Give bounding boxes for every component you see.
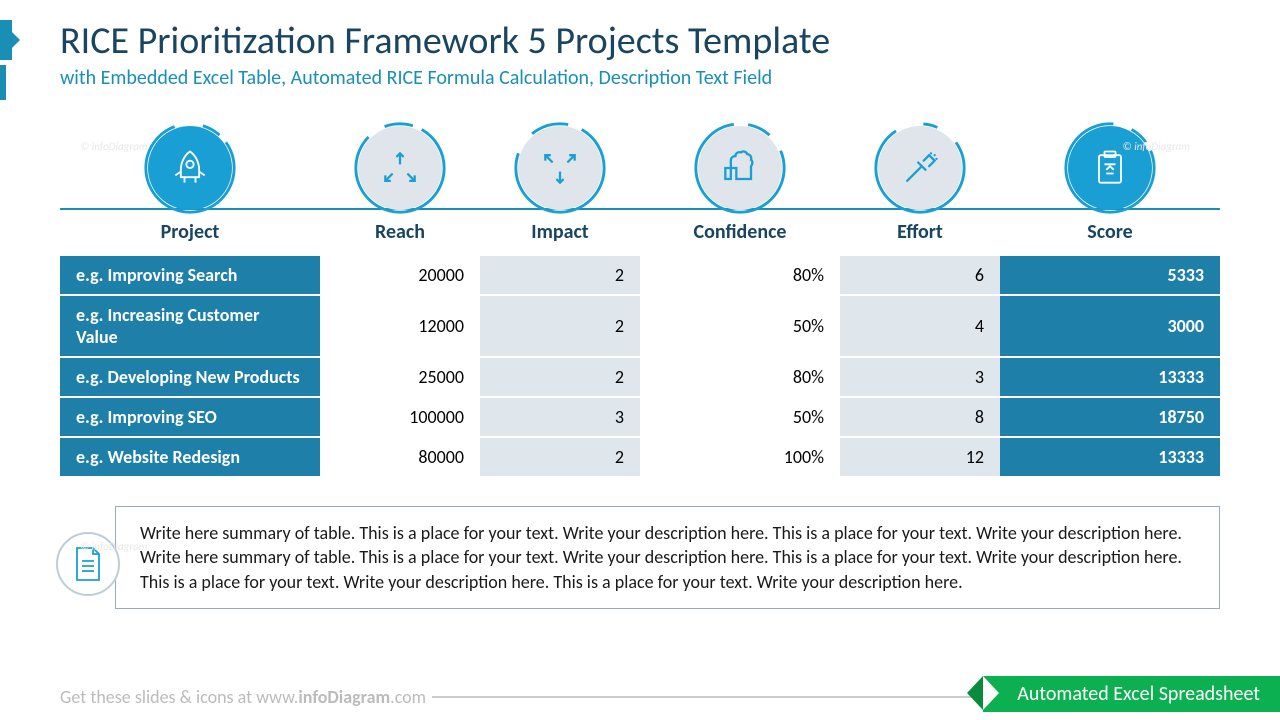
table-row: e.g. Increasing Customer Value12000250%4… — [60, 295, 1220, 357]
data-table: Project Reach Impact Confidence Effort S… — [60, 210, 1220, 476]
footer-suffix: .com — [390, 686, 426, 708]
footer-brand: infoDiagram — [298, 686, 390, 708]
col-project: Project — [60, 210, 320, 255]
cell-confidence: 50% — [640, 397, 840, 437]
cell-score: 3000 — [1000, 295, 1220, 357]
cell-project: e.g. Improving Search — [60, 255, 320, 295]
title-block: RICE Prioritization Framework 5 Projects… — [0, 0, 1280, 100]
cell-reach: 25000 — [320, 357, 480, 397]
cell-effort: 4 — [840, 295, 1000, 357]
cell-confidence: 80% — [640, 357, 840, 397]
reach-icon — [358, 126, 442, 210]
confidence-icon — [698, 126, 782, 210]
cell-project: e.g. Increasing Customer Value — [60, 295, 320, 357]
cell-reach: 100000 — [320, 397, 480, 437]
footer-text: Get these slides & icons at www.infoDiag… — [60, 686, 432, 708]
cell-confidence: 100% — [640, 437, 840, 476]
cell-reach: 80000 — [320, 437, 480, 476]
score-icon — [1068, 126, 1152, 210]
cell-score: 13333 — [1000, 437, 1220, 476]
cell-effort: 3 — [840, 357, 1000, 397]
column-icons-row — [60, 115, 1220, 210]
cell-project: e.g. Website Redesign — [60, 437, 320, 476]
cell-confidence: 50% — [640, 295, 840, 357]
cell-effort: 12 — [840, 437, 1000, 476]
cell-project: e.g. Developing New Products — [60, 357, 320, 397]
cell-reach: 20000 — [320, 255, 480, 295]
col-effort: Effort — [840, 210, 1000, 255]
ribbon-badge: Automated Excel Spreadsheet — [983, 676, 1280, 712]
accent-side — [0, 65, 6, 100]
accent-marker — [0, 20, 12, 60]
col-confidence: Confidence — [640, 210, 840, 255]
table-row: e.g. Improving SEO100000350%818750 — [60, 397, 1220, 437]
impact-icon — [518, 126, 602, 210]
cell-confidence: 80% — [640, 255, 840, 295]
cell-score: 18750 — [1000, 397, 1220, 437]
footer-prefix: Get these slides & icons at www. — [60, 686, 298, 708]
effort-icon — [878, 126, 962, 210]
table-row: e.g. Developing New Products25000280%313… — [60, 357, 1220, 397]
cell-score: 5333 — [1000, 255, 1220, 295]
cell-project: e.g. Improving SEO — [60, 397, 320, 437]
page-subtitle: with Embedded Excel Table, Automated RIC… — [60, 66, 1220, 90]
cell-reach: 12000 — [320, 295, 480, 357]
cell-score: 13333 — [1000, 357, 1220, 397]
cell-impact: 2 — [480, 295, 640, 357]
cell-impact: 2 — [480, 357, 640, 397]
document-icon — [56, 532, 120, 596]
description-box: Write here summary of table. This is a p… — [115, 506, 1220, 609]
cell-impact: 2 — [480, 255, 640, 295]
table-row: e.g. Website Redesign800002100%1213333 — [60, 437, 1220, 476]
col-reach: Reach — [320, 210, 480, 255]
cell-impact: 3 — [480, 397, 640, 437]
header-row: Project Reach Impact Confidence Effort S… — [60, 210, 1220, 255]
col-score: Score — [1000, 210, 1220, 255]
col-impact: Impact — [480, 210, 640, 255]
table-row: e.g. Improving Search20000280%65333 — [60, 255, 1220, 295]
cell-effort: 6 — [840, 255, 1000, 295]
rice-table: Project Reach Impact Confidence Effort S… — [60, 115, 1220, 476]
cell-effort: 8 — [840, 397, 1000, 437]
description-text: Write here summary of table. This is a p… — [140, 521, 1195, 594]
project-icon — [148, 126, 232, 210]
cell-impact: 2 — [480, 437, 640, 476]
page-title: RICE Prioritization Framework 5 Projects… — [60, 18, 1220, 64]
